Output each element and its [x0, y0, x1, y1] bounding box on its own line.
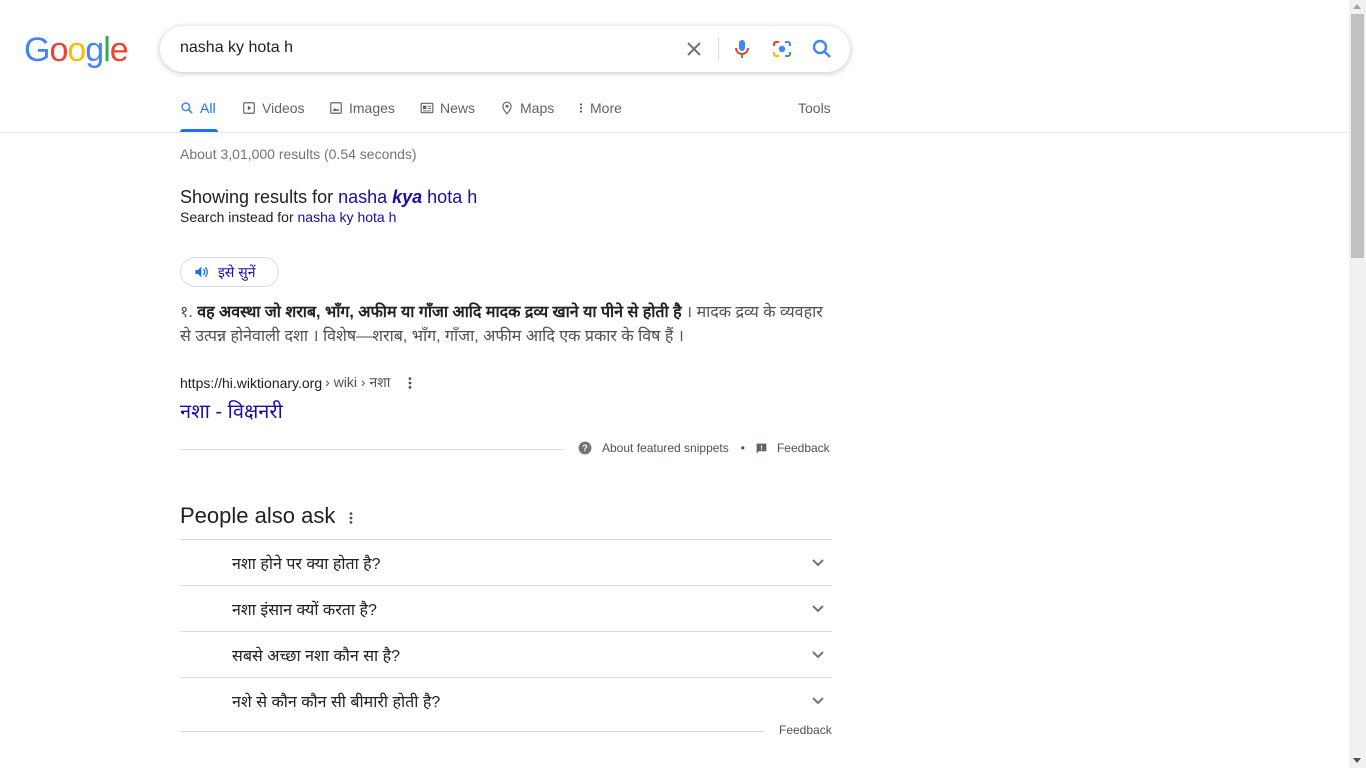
search-icon — [181, 102, 193, 114]
tab-news[interactable]: News — [420, 100, 475, 132]
tab-label: Images — [349, 100, 395, 116]
search-instead: Search instead for nasha ky hota h — [180, 209, 396, 225]
corrected-query-link[interactable]: nasha kya hota h — [338, 187, 477, 207]
microphone-icon[interactable] — [730, 37, 754, 61]
paa-question-4[interactable]: नशे से कौन कौन सी बीमारी होती है? — [180, 677, 832, 723]
page-scrollbar[interactable] — [1349, 0, 1366, 768]
tab-label: All — [200, 100, 216, 116]
paa-feedback-link[interactable]: Feedback — [779, 723, 832, 737]
paa-question-3[interactable]: सबसे अच्छा नशा कौन सा है? — [180, 631, 832, 677]
chevron-down-icon — [812, 605, 824, 613]
play-icon — [243, 102, 255, 114]
paa-question-text: सबसे अच्छा नशा कौन सा है? — [232, 648, 401, 665]
paa-question-text: नशा इंसान क्यों करता है? — [232, 602, 377, 619]
result-title-link[interactable]: नशा - विक्षनरी — [180, 397, 283, 424]
paa-question-1[interactable]: नशा होने पर क्या होता है? — [180, 539, 832, 585]
about-featured-snippets-link[interactable]: About featured snippets — [602, 441, 729, 455]
map-pin-icon — [502, 101, 512, 115]
more-options-icon[interactable] — [349, 511, 353, 525]
speaker-icon — [195, 266, 208, 278]
paa-question-text: नशे से कौन कौन सी बीमारी होती है? — [232, 694, 441, 711]
feedback-icon — [756, 443, 767, 453]
search-icon[interactable] — [810, 37, 834, 61]
svg-text:?: ? — [582, 443, 587, 453]
kebab-icon — [579, 103, 583, 113]
separator-bullet: • — [740, 441, 745, 455]
tab-maps[interactable]: Maps — [500, 100, 554, 132]
tab-label: Videos — [262, 100, 305, 116]
snippet-divider — [180, 449, 564, 450]
paa-divider — [180, 731, 765, 732]
tab-images[interactable]: Images — [329, 100, 395, 132]
tools-button[interactable]: Tools — [798, 100, 831, 132]
news-icon — [420, 102, 434, 114]
tab-more[interactable]: More — [578, 100, 622, 132]
cite-path: › wiki › नशा — [325, 374, 391, 390]
google-logo[interactable]: Google — [24, 31, 129, 69]
featured-snippet-text: १. वह अवस्था जो शराब, भाँग, अफीम या गाँज… — [180, 301, 830, 349]
logo-letter: o — [67, 31, 86, 69]
camera-lens-icon[interactable] — [770, 37, 794, 61]
instead-prefix: Search instead for — [180, 209, 298, 225]
paa-title: People also ask — [180, 503, 336, 528]
tab-videos[interactable]: Videos — [242, 100, 305, 132]
logo-letter: e — [109, 31, 129, 69]
chevron-down-icon — [812, 697, 824, 705]
listen-button[interactable]: इसे सुनें — [180, 257, 279, 287]
clear-icon[interactable] — [682, 37, 706, 61]
people-also-ask-list: नशा होने पर क्या होता है? नशा इंसान क्यो… — [180, 539, 832, 723]
result-stats: About 3,01,000 results (0.54 seconds) — [180, 146, 417, 162]
paa-question-text: नशा होने पर क्या होता है? — [232, 556, 381, 573]
logo-letter: g — [85, 31, 104, 69]
search-divider — [718, 37, 719, 61]
definition-highlight: वह अवस्था जो शराब, भाँग, अफीम या गाँजा आ… — [197, 304, 682, 321]
image-icon — [330, 102, 342, 114]
definition-number: १. — [180, 304, 198, 321]
paa-question-2[interactable]: नशा इंसान क्यों करता है? — [180, 585, 832, 631]
search-input[interactable] — [180, 39, 660, 57]
result-cite: https://hi.wiktionary.org › wiki › नशा — [180, 373, 412, 392]
logo-letter: o — [49, 31, 68, 69]
chevron-down-icon — [812, 651, 824, 659]
header-divider — [0, 132, 1349, 133]
tools-label: Tools — [798, 100, 831, 116]
search-box — [160, 26, 850, 72]
people-also-ask-heading: People also ask — [180, 503, 353, 529]
logo-letter: G — [24, 31, 50, 69]
tab-label: Maps — [520, 100, 555, 116]
more-options-icon[interactable] — [408, 376, 412, 390]
help-icon: ? — [578, 441, 592, 455]
tab-all[interactable]: All — [180, 100, 218, 132]
snippet-feedback-link[interactable]: Feedback — [777, 441, 830, 455]
spelling-prefix: Showing results for — [180, 187, 339, 207]
listen-label: इसे सुनें — [218, 263, 256, 280]
chevron-down-icon — [812, 559, 824, 567]
spelling-correction: Showing results for nasha kya hota h — [180, 187, 477, 208]
cite-domain: https://hi.wiktionary.org — [180, 374, 323, 391]
scroll-up-arrow[interactable] — [1353, 4, 1361, 9]
scroll-thumb[interactable] — [1351, 14, 1364, 258]
snippet-footer: ? About featured snippets • Feedback — [578, 441, 830, 455]
original-query-link[interactable]: nasha ky hota h — [298, 209, 397, 225]
scroll-down-arrow[interactable] — [1353, 758, 1361, 763]
tab-label: More — [590, 100, 622, 116]
tab-label: News — [440, 100, 476, 116]
